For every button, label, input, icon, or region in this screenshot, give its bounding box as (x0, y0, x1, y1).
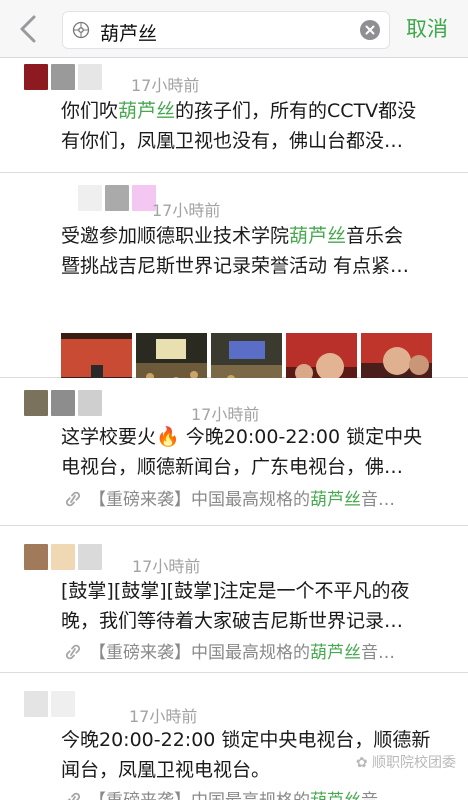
link-icon (65, 491, 81, 507)
search-query[interactable]: 葫芦丝 (100, 19, 157, 46)
keyword-highlight: 葫芦丝 (310, 490, 361, 510)
result-item[interactable]: 17小時前 今晚20:00-22:00 锁定中央电视台，顺德新 闻台，凤凰卫视电… (0, 673, 468, 800)
search-results: 17小時前 你们吹葫芦丝的孩子们，所有的CCTV都没 有你们，凤凰卫视也没有，佛… (0, 58, 468, 800)
fire-icon: 🔥 (156, 426, 180, 448)
post-text: 这学校要火🔥 今晚20:00-22:00 锁定中央 电视台，顺德新闻台，广东电视… (61, 426, 423, 478)
link-icon (65, 644, 81, 660)
keyword-highlight: 葫芦丝 (310, 791, 361, 800)
shared-link[interactable]: 【重磅来袭】中国最高规格的葫芦丝音… (63, 638, 443, 663)
link-icon (67, 792, 81, 800)
search-input[interactable]: 葫芦丝 (62, 11, 390, 49)
search-icon (72, 21, 90, 39)
post-time: 17小時前 (152, 201, 221, 220)
avatar (24, 544, 102, 570)
back-button[interactable] (14, 12, 44, 46)
post-text: 你们吹葫芦丝的孩子们，所有的CCTV都没 有你们，凤凰卫视也没有，佛山台都没… (61, 100, 417, 152)
watermark: ✿ 顺职院校团委 (355, 755, 456, 771)
post-time: 17小時前 (131, 76, 200, 95)
post-text: [鼓掌][鼓掌][鼓掌]注定是一个不平凡的夜 晚，我们等待着大家破吉尼斯世界记录… (61, 580, 410, 632)
result-item[interactable]: 17小時前 受邀参加顺德职业技术学院葫芦丝音乐会 暨挑战吉尼斯世界记录荣誉活动 … (0, 173, 468, 404)
avatar (24, 64, 102, 90)
keyword-highlight: 葫芦丝 (289, 225, 347, 247)
search-bar: 葫芦丝 取消 (0, 0, 468, 58)
result-item[interactable]: 17小時前 这学校要火🔥 今晚20:00-22:00 锁定中央 电视台，顺德新闻… (0, 378, 468, 526)
shared-link[interactable]: 【重磅来袭】中国最高规格的葫芦丝音… (63, 485, 443, 510)
keyword-highlight: 葫芦丝 (310, 643, 361, 663)
post-text: 受邀参加顺德职业技术学院葫芦丝音乐会 暨挑战吉尼斯世界记录荣誉活动 有点紧… (61, 225, 410, 277)
clear-icon[interactable] (360, 20, 380, 40)
shared-link[interactable]: 【重磅来袭】中国最高规格的葫芦丝音… (63, 786, 443, 800)
chevron-left-icon (20, 15, 36, 43)
result-item[interactable]: 17小時前 [鼓掌][鼓掌][鼓掌]注定是一个不平凡的夜 晚，我们等待着大家破吉… (0, 526, 468, 673)
wechat-icon: ✿ (355, 755, 372, 771)
avatar (24, 691, 75, 717)
avatar (24, 390, 102, 416)
avatar (78, 185, 156, 211)
keyword-highlight: 葫芦丝 (118, 100, 176, 122)
result-item[interactable]: 17小時前 你们吹葫芦丝的孩子们，所有的CCTV都没 有你们，凤凰卫视也没有，佛… (0, 58, 468, 173)
cancel-button[interactable]: 取消 (406, 13, 448, 43)
post-time: 17小時前 (129, 707, 198, 726)
post-time: 17小時前 (132, 557, 201, 576)
